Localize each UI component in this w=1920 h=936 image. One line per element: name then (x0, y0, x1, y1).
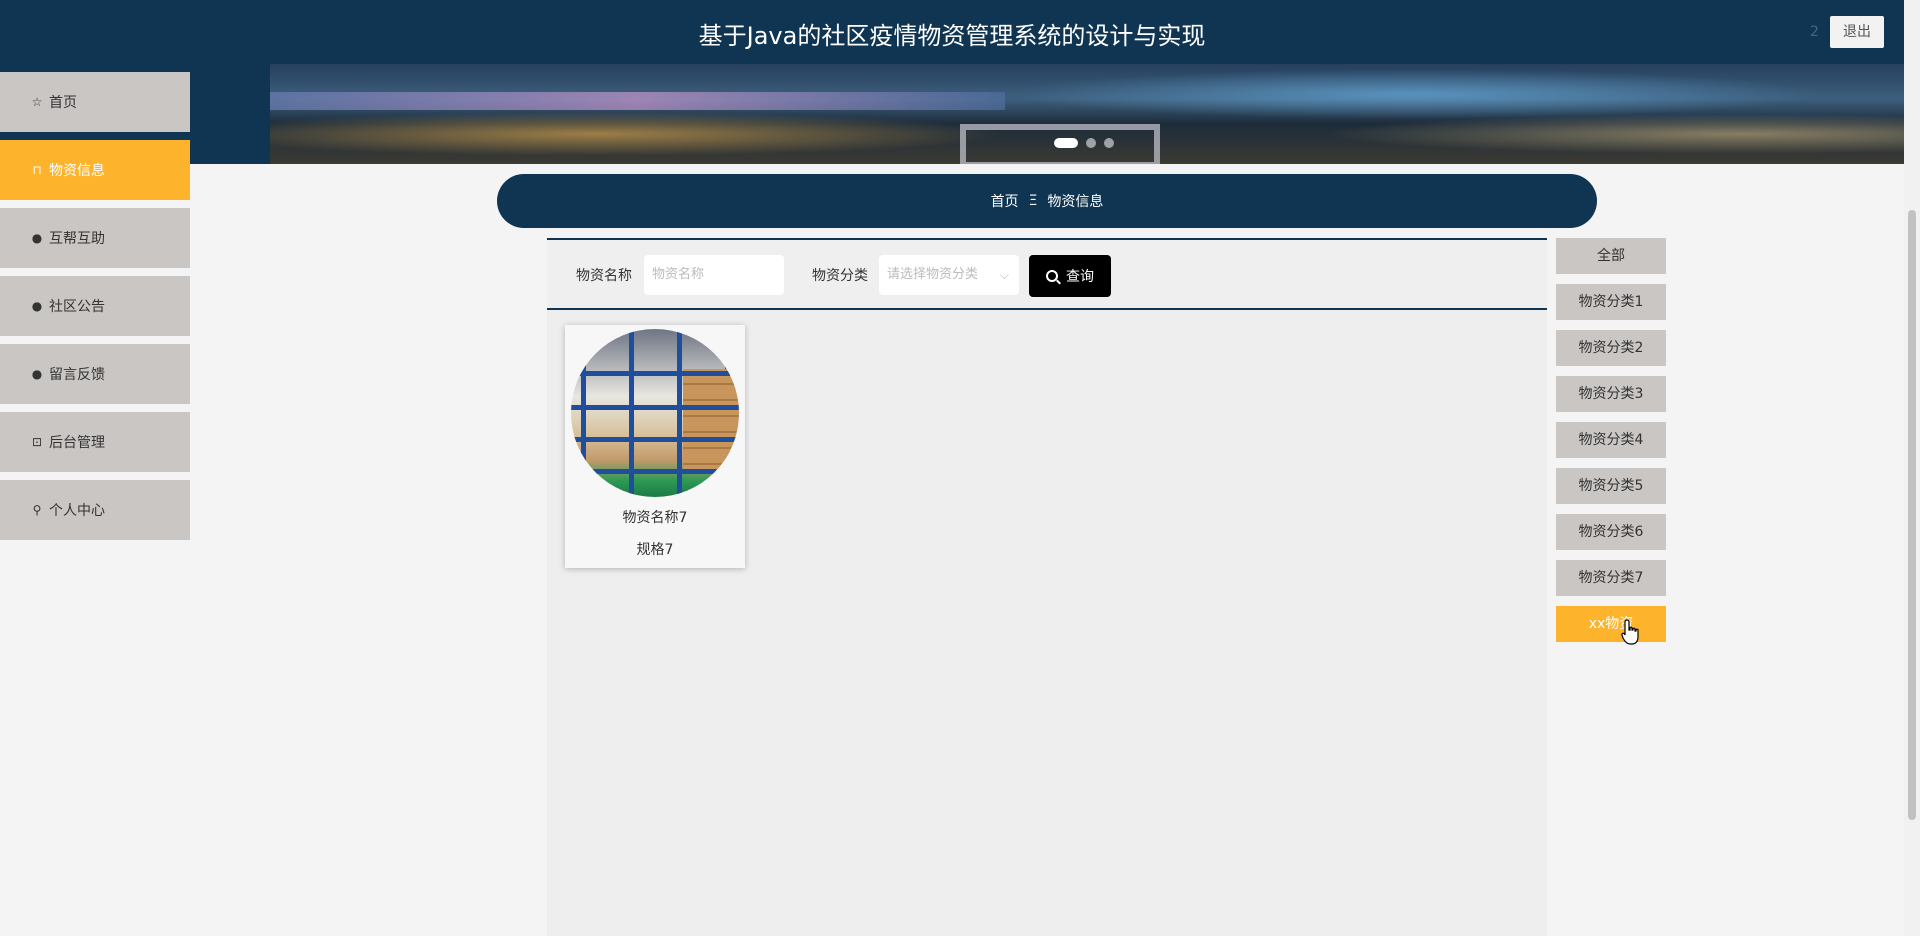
breadcrumb-home[interactable]: 首页 (991, 191, 1019, 211)
search-button-label: 查询 (1066, 269, 1094, 285)
help-icon: ● (31, 299, 43, 313)
category-item[interactable]: 物资分类7 (1556, 560, 1666, 596)
category-item[interactable]: 物资分类6 (1556, 514, 1666, 550)
carousel-indicators (1054, 138, 1114, 148)
name-input[interactable]: 物资名称 (644, 255, 784, 295)
sidebar-item-label: 物资信息 (49, 163, 105, 179)
sidebar-item-label: 社区公告 (49, 299, 105, 315)
logout-button[interactable]: 退出 (1830, 16, 1884, 48)
toolbox-icon: ⊡ (31, 435, 43, 449)
site-title: 基于Java的社区疫情物资管理系统的设计与实现 (698, 22, 1206, 50)
page-scrollbar[interactable] (1904, 0, 1920, 936)
category-select[interactable]: 请选择物资分类 ⌵ (879, 255, 1019, 295)
category-select-placeholder: 请选择物资分类 (887, 267, 979, 282)
product-name: 物资名称7 (622, 510, 688, 526)
name-label: 物资名称 (576, 268, 632, 284)
user-number: 2 (1810, 24, 1819, 40)
sidebar-item-feedback[interactable]: ● 留言反馈 (0, 344, 190, 404)
sidebar-item-label: 个人中心 (49, 503, 105, 519)
sidebar-item-label: 首页 (49, 95, 77, 111)
banner-carousel[interactable] (270, 64, 1904, 164)
breadcrumb-current: 物资信息 (1047, 194, 1104, 210)
category-label: 物资分类 (812, 268, 868, 284)
user-icon: ⚲ (32, 503, 42, 517)
category-item[interactable]: 物资分类4 (1556, 422, 1666, 458)
category-item[interactable]: 物资分类2 (1556, 330, 1666, 366)
sidebar-item-home[interactable]: ☆ 首页 (0, 72, 190, 132)
star-icon: ☆ (31, 95, 43, 109)
category-item-active[interactable]: xx物资 (1556, 606, 1666, 642)
category-item[interactable]: 物资分类3 (1556, 376, 1666, 412)
product-list: 物资名称7 规格7 (547, 310, 1547, 936)
carousel-dot-2[interactable] (1086, 138, 1096, 148)
sidebar-item-supplies[interactable]: ⊓ 物资信息 (0, 140, 190, 200)
search-bar: 物资名称 物资名称 物资分类 请选择物资分类 ⌵ 查询 (547, 238, 1547, 310)
sidebar-item-label: 后台管理 (49, 435, 105, 451)
sidebar-item-admin[interactable]: ⊡ 后台管理 (0, 412, 190, 472)
info-icon: ● (31, 367, 43, 381)
sidebar-item-label: 互帮互助 (49, 231, 105, 247)
category-item[interactable]: 物资分类1 (1556, 284, 1666, 320)
sidebar-item-label: 留言反馈 (49, 367, 105, 383)
product-spec: 规格7 (636, 542, 674, 558)
category-all[interactable]: 全部 (1556, 238, 1666, 274)
search-icon (1046, 270, 1058, 282)
top-bar: 基于Java的社区疫情物资管理系统的设计与实现 2 退出 (0, 0, 1904, 64)
sidebar-item-announcements[interactable]: ● 社区公告 (0, 276, 190, 336)
breadcrumb: 首页 Ξ 物资信息 (497, 174, 1597, 228)
bag-icon: ⊓ (32, 163, 42, 177)
sidebar-item-mutual-help[interactable]: ● 互帮互助 (0, 208, 190, 268)
banner-river (270, 92, 1006, 110)
alert-icon: ● (31, 231, 43, 245)
search-button[interactable]: 查询 (1029, 255, 1111, 297)
scrollbar-thumb[interactable] (1908, 210, 1916, 820)
carousel-dot-3[interactable] (1104, 138, 1114, 148)
product-card[interactable]: 物资名称7 规格7 (565, 325, 745, 568)
product-image (571, 329, 739, 497)
hand-cursor-icon (1621, 619, 1639, 645)
carousel-dot-1[interactable] (1054, 138, 1078, 148)
chevron-down-icon: ⌵ (999, 268, 1009, 282)
category-item[interactable]: 物资分类5 (1556, 468, 1666, 504)
breadcrumb-separator: Ξ (1028, 193, 1038, 209)
sidebar-item-profile[interactable]: ⚲ 个人中心 (0, 480, 190, 540)
